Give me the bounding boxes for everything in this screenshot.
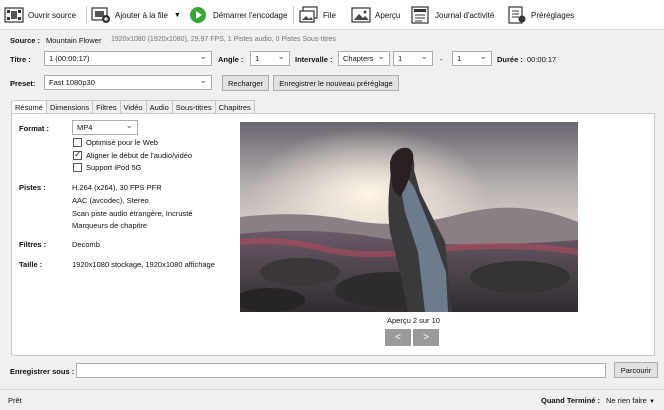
source-details: 1920x1080 (1920x1080), 29,97 FPS, 1 Pist…	[111, 36, 336, 43]
dropdown-arrow-icon[interactable]: ▼	[174, 12, 181, 19]
queue-icon	[299, 6, 319, 24]
tab-video[interactable]: Vidéo	[119, 100, 147, 114]
filters-label: Filtres :	[19, 240, 47, 249]
film-icon	[4, 6, 24, 24]
when-done-label: Quand Terminé :	[541, 396, 601, 405]
filters-value: Decomb	[72, 240, 100, 249]
preview-caption: Aperçu 2 sur 10	[387, 316, 440, 325]
tab-chapters[interactable]: Chapitres	[214, 100, 255, 114]
queue-label: File	[323, 10, 336, 20]
interval-dash: -	[440, 55, 443, 64]
interval-mode-select[interactable]: Chapters	[338, 51, 390, 66]
save-as-input[interactable]	[76, 363, 606, 378]
activity-log-label: Journal d'activité	[435, 10, 495, 20]
interval-label: Intervalle :	[295, 55, 333, 64]
reload-label: Recharger	[227, 78, 264, 88]
save-preset-label: Enregistrer le nouveau préréglage	[279, 78, 393, 88]
duration-label: Durée :	[497, 55, 523, 64]
when-done-select[interactable]: Ne rien faire ▼	[606, 396, 655, 405]
title-label: Titre :	[10, 55, 31, 64]
start-encode-button[interactable]: Démarrer l'encodage	[189, 4, 287, 26]
size-label: Taille :	[19, 260, 43, 269]
angle-select-value: 1	[255, 54, 260, 63]
track-item: AAC (avcodec), Stereo	[72, 196, 149, 205]
play-icon	[189, 6, 209, 24]
open-source-button[interactable]: Ouvrir source	[4, 4, 76, 26]
presets-button[interactable]: Préréglages	[507, 4, 574, 26]
interval-end-select[interactable]: 1	[452, 51, 492, 66]
add-to-queue-label: Ajouter à la file	[115, 10, 168, 20]
start-encode-label: Démarrer l'encodage	[213, 10, 288, 20]
track-item: H.264 (x264), 30 FPS PFR	[72, 183, 162, 192]
interval-start-value: 1	[398, 54, 403, 63]
align-av-label: Aligner le début de l'audio/vidéo	[86, 151, 193, 160]
chevron-right-icon: >	[423, 332, 429, 343]
source-label: Source :	[10, 36, 41, 45]
format-label: Format :	[19, 124, 49, 133]
chevron-left-icon: <	[395, 332, 401, 343]
browse-button[interactable]: Parcourir	[614, 362, 658, 378]
tab-audio[interactable]: Audio	[145, 100, 173, 114]
dropdown-arrow-icon: ▼	[648, 399, 655, 405]
interval-end-value: 1	[457, 54, 462, 63]
angle-label: Angle :	[218, 55, 244, 64]
preset-label: Preset:	[10, 79, 36, 88]
interval-start-select[interactable]: 1	[393, 51, 433, 66]
tab-subtitles[interactable]: Sous-titres	[171, 100, 216, 114]
tab-dimensions[interactable]: Dimensions	[45, 100, 94, 114]
preview-image	[240, 122, 578, 312]
preview-label: Aperçu	[375, 10, 401, 20]
activity-log-button[interactable]: Journal d'activité	[411, 4, 494, 26]
track-item: Scan piste audio étrangère, Incrusté	[72, 209, 193, 218]
preset-select-value: Fast 1080p30	[49, 78, 95, 87]
presets-label: Préréglages	[531, 10, 575, 20]
duration-value: 00:00:17	[527, 55, 557, 64]
add-queue-icon	[91, 6, 111, 24]
preview-prev-button[interactable]: <	[385, 329, 411, 346]
main-toolbar: Ouvrir source Ajouter à la file ▼ Démarr…	[0, 0, 664, 30]
format-select-value: MP4	[77, 123, 93, 132]
open-source-label: Ouvrir source	[28, 10, 77, 20]
reload-button[interactable]: Recharger	[222, 75, 269, 91]
ipod-support-checkbox[interactable]	[73, 163, 82, 172]
title-select[interactable]: 1 (00:00:17)	[44, 51, 212, 66]
browse-label: Parcourir	[620, 365, 652, 375]
status-text: Prêt	[8, 396, 22, 405]
web-optimized-checkbox[interactable]	[73, 138, 82, 147]
size-value: 1920x1080 stockage, 1920x1080 affichage	[72, 260, 215, 269]
preview-button[interactable]: Aperçu	[351, 4, 400, 26]
image-icon	[351, 6, 371, 24]
track-item: Marqueurs de chapitre	[72, 221, 148, 230]
title-select-value: 1 (00:00:17)	[49, 54, 90, 63]
when-done-value: Ne rien faire	[606, 396, 647, 405]
source-name: Mountain Flower	[46, 36, 102, 45]
status-bar: Prêt Quand Terminé : Ne rien faire ▼	[0, 389, 664, 410]
angle-select[interactable]: 1	[250, 51, 290, 66]
save-preset-button[interactable]: Enregistrer le nouveau préréglage	[273, 75, 399, 91]
presets-icon	[507, 6, 527, 24]
interval-mode-value: Chapters	[343, 54, 374, 63]
preview-next-button[interactable]: >	[413, 329, 439, 346]
tab-bar: Résumé Dimensions Filtres Vidéo Audio So…	[11, 100, 255, 115]
preset-select[interactable]: Fast 1080p30	[44, 75, 212, 90]
log-icon	[411, 6, 431, 24]
save-as-label: Enregistrer sous :	[10, 367, 75, 376]
format-select[interactable]: MP4	[72, 120, 138, 135]
tab-filters[interactable]: Filtres	[92, 100, 121, 114]
toolbar-separator	[86, 6, 87, 24]
ipod-support-label: Support iPod 5G	[86, 163, 142, 172]
align-av-checkbox[interactable]	[73, 149, 82, 160]
web-optimized-label: Optimisé pour le Web	[86, 138, 158, 147]
toolbar-separator	[293, 6, 294, 24]
tracks-label: Pistes :	[19, 183, 46, 192]
queue-button[interactable]: File	[299, 4, 336, 26]
add-to-queue-button[interactable]: Ajouter à la file ▼	[91, 4, 181, 26]
